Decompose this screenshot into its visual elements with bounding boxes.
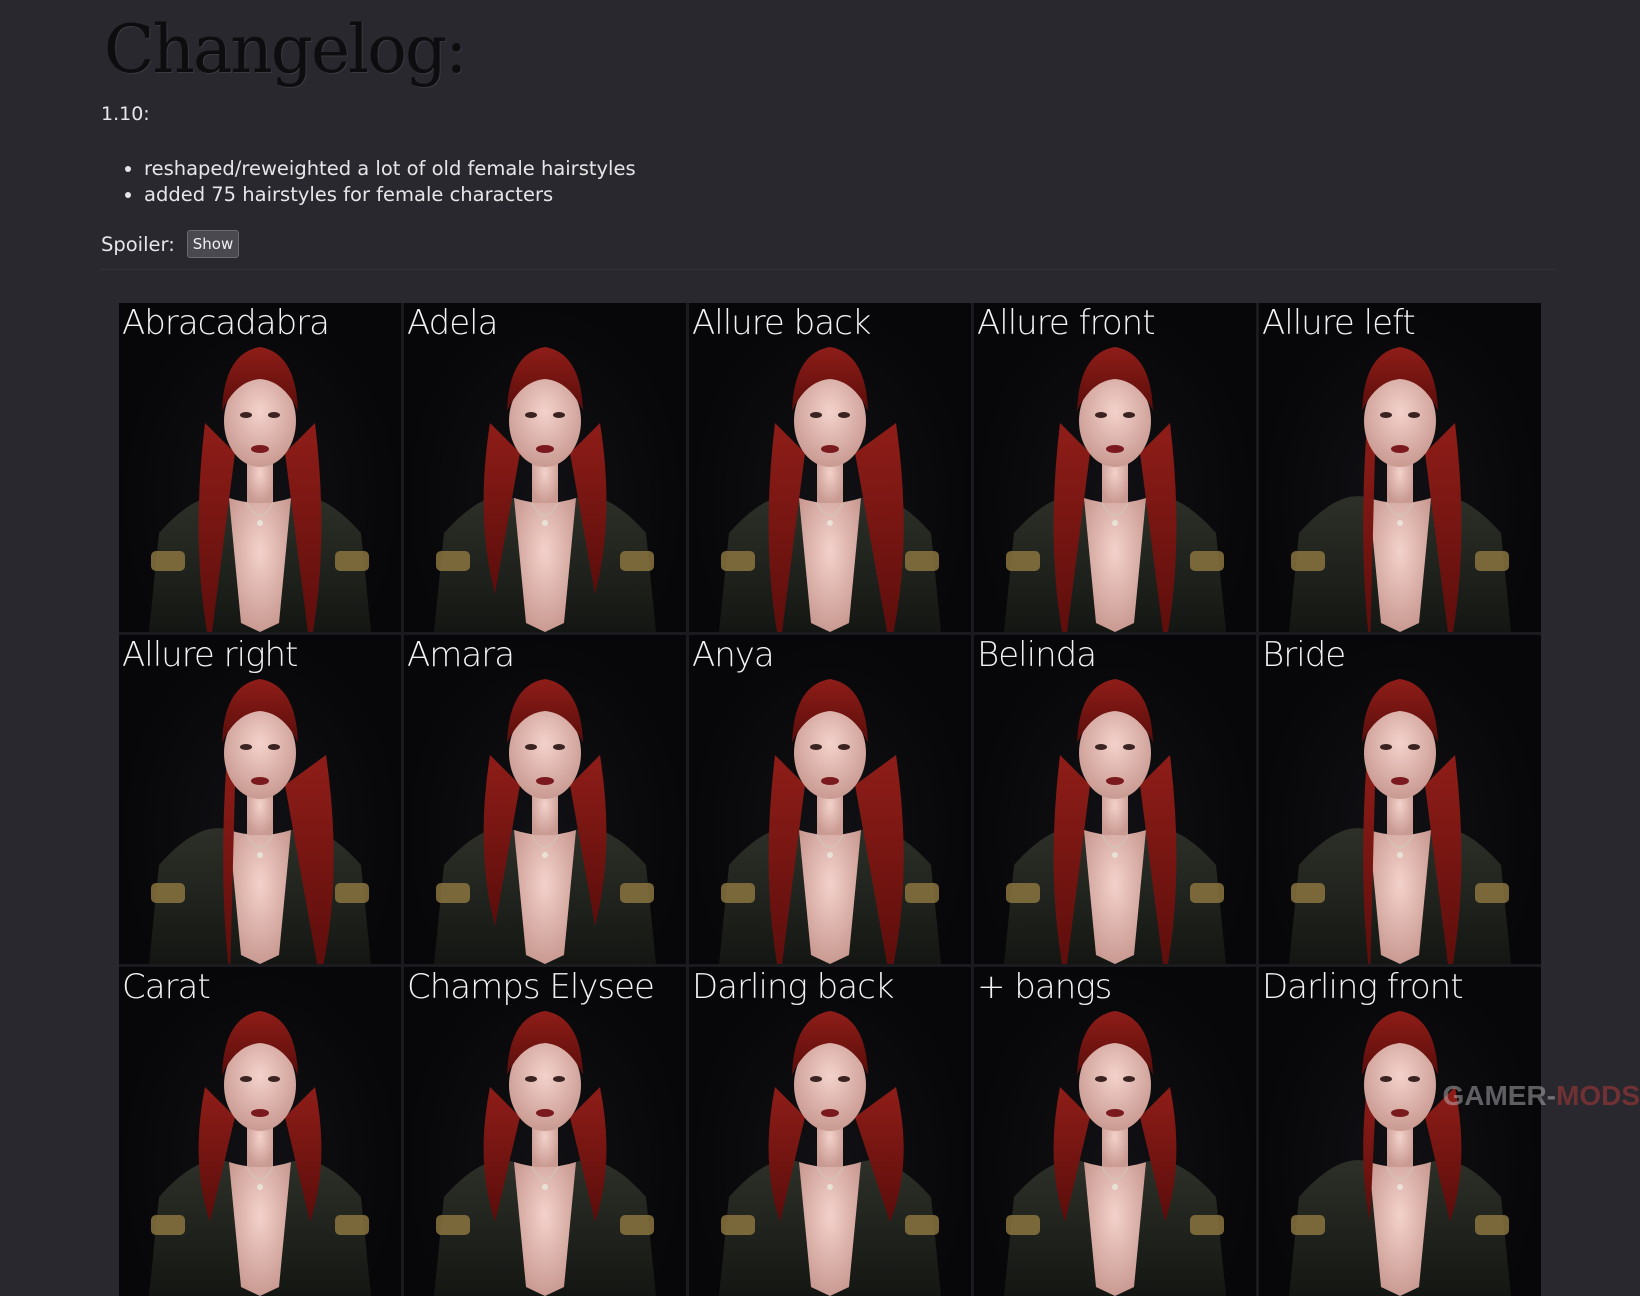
hairstyle-name: Adela [407, 303, 498, 343]
hairstyle-card[interactable]: Anya [689, 635, 971, 964]
portrait-image [149, 1011, 371, 1296]
changelog-heading: Changelog: [104, 11, 467, 88]
divider [101, 269, 1556, 270]
watermark: GAMER-MODS [1442, 1080, 1640, 1112]
hairstyle-name: Allure right [122, 635, 298, 675]
change-item: reshaped/reweighted a lot of old female … [144, 156, 636, 182]
portrait-image [149, 347, 371, 632]
hairstyle-name: Bride [1262, 635, 1346, 675]
portrait-image [434, 679, 656, 964]
hairstyle-card[interactable]: Allure back [689, 303, 971, 632]
show-spoiler-button[interactable]: Show [186, 230, 240, 258]
change-item: added 75 hairstyles for female character… [144, 182, 636, 208]
hairstyle-name: Anya [692, 635, 775, 675]
hairstyle-card[interactable]: Allure left [1259, 303, 1541, 632]
hairstyle-name: + bangs [977, 967, 1112, 1007]
hairstyle-name: Carat [122, 967, 211, 1007]
portrait-image [149, 679, 371, 964]
hairstyle-gallery: Abracadabra Adela Allure back Allure fro… [119, 303, 1541, 1296]
spoiler-label: Spoiler: [101, 232, 175, 256]
hairstyle-name: Abracadabra [122, 303, 330, 343]
hairstyle-name: Allure left [1262, 303, 1416, 343]
portrait-image [1289, 679, 1511, 964]
hairstyle-name: Allure front [977, 303, 1156, 343]
watermark-text-2: MODS [1556, 1080, 1640, 1111]
hairstyle-name: Champs Elysee [407, 967, 655, 1007]
spoiler: Spoiler: Show [101, 230, 240, 258]
hairstyle-card[interactable]: Champs Elysee [404, 967, 686, 1296]
portrait-image [1004, 1011, 1226, 1296]
hairstyle-name: Belinda [977, 635, 1097, 675]
changes-list: reshaped/reweighted a lot of old female … [101, 156, 636, 208]
portrait-image [1004, 679, 1226, 964]
hairstyle-name: Allure back [692, 303, 871, 343]
hairstyle-card[interactable]: Darling front [1259, 967, 1541, 1296]
portrait-image [719, 679, 941, 964]
hairstyle-name: Darling back [692, 967, 894, 1007]
hairstyle-card[interactable]: Adela [404, 303, 686, 632]
hairstyle-card[interactable]: Carat [119, 967, 401, 1296]
hairstyle-card[interactable]: Allure right [119, 635, 401, 964]
watermark-text-1: GAMER- [1442, 1080, 1556, 1111]
portrait-image [434, 1011, 656, 1296]
portrait-image [719, 347, 941, 632]
portrait-image [719, 1011, 941, 1296]
hairstyle-name: Amara [407, 635, 515, 675]
hairstyle-card[interactable]: Amara [404, 635, 686, 964]
hairstyle-card[interactable]: Belinda [974, 635, 1256, 964]
portrait-image [434, 347, 656, 632]
version-number: 1.10: [101, 103, 150, 125]
hairstyle-card[interactable]: Abracadabra [119, 303, 401, 632]
hairstyle-name: Darling front [1262, 967, 1464, 1007]
portrait-image [1289, 347, 1511, 632]
hairstyle-card[interactable]: + bangs [974, 967, 1256, 1296]
hairstyle-card[interactable]: Allure front [974, 303, 1256, 632]
hairstyle-card[interactable]: Bride [1259, 635, 1541, 964]
portrait-image [1004, 347, 1226, 632]
hairstyle-card[interactable]: Darling back [689, 967, 971, 1296]
portrait-image [1289, 1011, 1511, 1296]
